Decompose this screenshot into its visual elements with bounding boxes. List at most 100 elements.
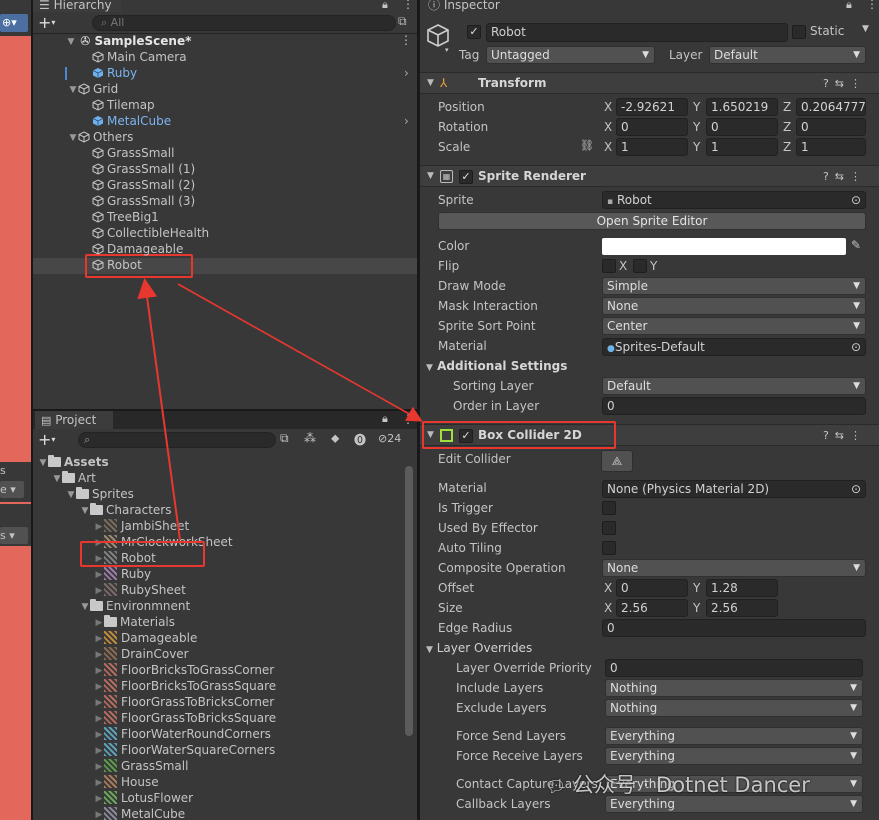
project-tab[interactable]: ▤ Project — [35, 411, 113, 429]
project-search-input[interactable]: ⌕ — [78, 432, 276, 448]
object-picker-icon[interactable]: ⊙ — [851, 481, 861, 497]
collapsed-triangle-icon[interactable]: ▶ — [94, 759, 104, 775]
position-y-field[interactable]: 1.650219 — [706, 98, 778, 116]
component-tools[interactable]: ?⇆⋮ — [823, 73, 867, 94]
collapsed-triangle-icon[interactable]: ▶ — [94, 583, 104, 599]
hierarchy-add-button[interactable]: +▾ — [38, 14, 66, 32]
collapsed-triangle-icon[interactable]: ▶ — [94, 567, 104, 583]
project-menu-icon[interactable]: ⋮ — [402, 412, 414, 426]
sorting-layer-dropdown[interactable]: Default ▼ — [602, 377, 866, 395]
auto-tiling-checkbox[interactable] — [602, 541, 616, 555]
scale-x-field[interactable]: 1 — [616, 138, 688, 156]
composite-operation-dropdown[interactable]: None ▼ — [602, 559, 866, 577]
search-filter-icon[interactable]: ⧉ — [398, 14, 407, 29]
gameobject-cube-icon[interactable]: ▾ — [425, 22, 451, 52]
sprite-sort-point-dropdown[interactable]: Center ▼ — [602, 317, 866, 335]
project-scrollbar[interactable] — [405, 466, 413, 736]
search-by-type-icon[interactable]: ⧉ — [280, 431, 289, 446]
scene-gizmo-button[interactable]: ⊕▾ — [0, 14, 28, 32]
project-item-metalcube[interactable]: ▶ MetalCube — [94, 806, 185, 820]
hierarchy-item-treebig1[interactable]: TreeBig1 — [82, 209, 159, 225]
collapsed-triangle-icon[interactable]: ▶ — [94, 519, 104, 535]
project-item-art[interactable]: ▼ Art — [52, 470, 96, 486]
collapsed-triangle-icon[interactable]: ▶ — [94, 791, 104, 807]
hidden-packages-icon[interactable]: ⊘24 — [378, 432, 401, 445]
filter-by-label-icon[interactable]: ⬥ — [331, 431, 339, 446]
scene-view-strip[interactable] — [0, 0, 31, 820]
active-checkbox[interactable]: ✓ — [467, 25, 481, 39]
color-swatch[interactable] — [602, 238, 846, 255]
transform-header[interactable]: ▼ ⅄ Transform ?⇆⋮ — [420, 72, 879, 94]
hierarchy-item-robot[interactable]: Robot — [82, 257, 142, 273]
project-item-draincover[interactable]: ▶ DrainCover — [94, 646, 189, 662]
collapsed-triangle-icon[interactable]: ▶ — [94, 615, 104, 631]
sprite-object-field[interactable]: ▪ Robot ⊙ — [602, 191, 866, 209]
object-name-field[interactable]: Robot — [486, 23, 788, 42]
edge-radius-field[interactable]: 0 — [602, 619, 866, 637]
project-item-materials[interactable]: ▶ Materials — [94, 614, 175, 630]
hierarchy-item-grid[interactable]: ▼ Grid — [68, 81, 119, 97]
component-tools[interactable]: ?⇆⋮ — [823, 166, 867, 187]
collapsed-triangle-icon[interactable]: ▶ — [94, 807, 104, 820]
exclude-layers-dropdown[interactable]: Nothing ▼ — [605, 699, 863, 717]
scene-menu-icon[interactable]: ⋮ — [400, 33, 412, 47]
rotation-x-field[interactable]: 0 — [616, 118, 688, 136]
position-x-field[interactable]: -2.92621 — [616, 98, 688, 116]
hierarchy-tab[interactable]: ☰ Hierarchy — [33, 0, 121, 12]
layer-dropdown[interactable]: Default ▼ — [709, 46, 866, 64]
eyedropper-icon[interactable]: ✎ — [851, 238, 861, 252]
metalcube-expand-icon[interactable]: › — [404, 114, 409, 128]
offset-y-field[interactable]: 1.28 — [706, 579, 778, 597]
rotation-y-field[interactable]: 0 — [706, 118, 778, 136]
inspector-tab[interactable]: ⓘ Inspector — [420, 0, 512, 12]
hierarchy-item-grasssmall-1-[interactable]: GrassSmall (1) — [82, 161, 195, 177]
collapsed-triangle-icon[interactable]: ▶ — [94, 727, 104, 743]
collapse-triangle-icon[interactable]: ▼ — [427, 73, 434, 94]
hierarchy-item-grasssmall[interactable]: GrassSmall — [82, 145, 174, 161]
mask-interaction-dropdown[interactable]: None ▼ — [602, 297, 866, 315]
expand-triangle-icon[interactable]: ▼ — [80, 503, 90, 519]
expand-triangle-icon[interactable]: ▼ — [80, 599, 90, 615]
scale-z-field[interactable]: 1 — [796, 138, 866, 156]
project-item-floorwatersquarecorners[interactable]: ▶ FloorWaterSquareCorners — [94, 742, 275, 758]
sprite-renderer-header[interactable]: ▼ ▦ ✓ Sprite Renderer ?⇆⋮ — [420, 165, 879, 187]
project-item-floorbrickstograsssquare[interactable]: ▶ FloorBricksToGrassSquare — [94, 678, 276, 694]
is-trigger-checkbox[interactable] — [602, 501, 616, 515]
edit-collider-button[interactable]: ⟁ — [601, 450, 633, 472]
object-picker-icon[interactable]: ⊙ — [851, 192, 861, 208]
project-item-damageable[interactable]: ▶ Damageable — [94, 630, 197, 646]
flip-x-checkbox[interactable] — [602, 259, 616, 273]
hierarchy-item-metalcube[interactable]: MetalCube — [82, 113, 171, 129]
offset-x-field[interactable]: 0 — [616, 579, 688, 597]
inspector-menu-icon[interactable]: ⋮ — [866, 0, 878, 11]
expand-triangle-icon[interactable]: ▼ — [38, 455, 48, 471]
collapsed-triangle-icon[interactable]: ▶ — [94, 663, 104, 679]
hierarchy-item-main-camera[interactable]: Main Camera — [82, 49, 187, 65]
static-dropdown-arrow[interactable]: ▼ — [862, 24, 869, 34]
hierarchy-scene-row[interactable]: ▼ ✇ SampleScene* — [66, 33, 416, 49]
project-item-grasssmall[interactable]: ▶ GrassSmall — [94, 758, 188, 774]
hierarchy-item-damageable[interactable]: Damageable — [82, 241, 183, 257]
collapse-triangle-icon[interactable]: ▼ — [427, 166, 434, 187]
tag-dropdown[interactable]: Untagged ▼ — [486, 46, 655, 64]
collapsed-triangle-icon[interactable]: ▶ — [94, 631, 104, 647]
ruby-expand-icon[interactable]: › — [404, 66, 409, 80]
project-item-characters[interactable]: ▼ Characters — [80, 502, 172, 518]
hierarchy-item-tilemap[interactable]: Tilemap — [82, 97, 155, 113]
project-item-rubysheet[interactable]: ▶ RubySheet — [94, 582, 186, 598]
filter-by-type-icon[interactable]: ⁂ — [304, 431, 316, 445]
hierarchy-menu-icon[interactable]: ⋮ — [402, 0, 414, 11]
layer-override-priority-field[interactable]: 0 — [605, 659, 863, 677]
sprite-renderer-enabled-checkbox[interactable]: ✓ — [459, 170, 473, 184]
overlay-dropdown-1[interactable]: e ▾ — [0, 481, 24, 498]
project-item-floorwaterroundcorners[interactable]: ▶ FloorWaterRoundCorners — [94, 726, 271, 742]
object-picker-icon[interactable]: ⊙ — [851, 339, 861, 355]
console-error-icon[interactable]: ⓿ — [354, 431, 366, 448]
position-z-field[interactable]: 0.2064777 — [796, 98, 866, 116]
open-sprite-editor-button[interactable]: Open Sprite Editor — [438, 212, 866, 230]
project-item-floorbrickstograsscorner[interactable]: ▶ FloorBricksToGrassCorner — [94, 662, 274, 678]
collapsed-triangle-icon[interactable]: ▶ — [94, 647, 104, 663]
expand-triangle-icon[interactable]: ▼ — [66, 34, 76, 50]
size-y-field[interactable]: 2.56 — [706, 599, 778, 617]
hierarchy-item-grasssmall-2-[interactable]: GrassSmall (2) — [82, 177, 195, 193]
